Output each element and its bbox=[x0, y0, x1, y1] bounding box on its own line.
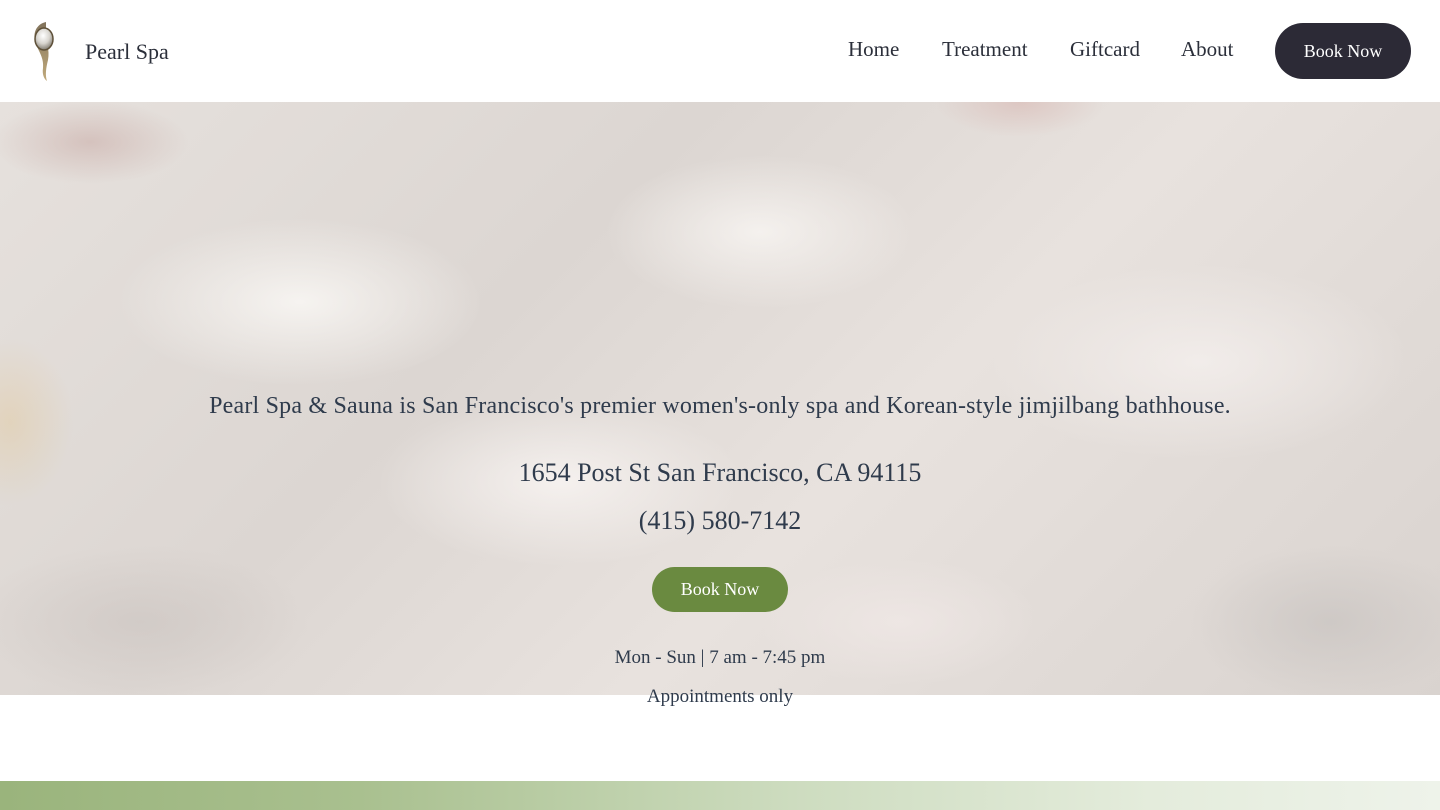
nav-treatment-link[interactable]: Treatment bbox=[942, 37, 1028, 62]
hero-tagline: Pearl Spa & Sauna is San Francisco's pre… bbox=[209, 393, 1231, 419]
spa-phone[interactable]: (415) 580-7142 bbox=[0, 506, 1440, 536]
header-book-now-button[interactable]: Book Now bbox=[1275, 23, 1411, 79]
spa-address[interactable]: 1654 Post St San Francisco, CA 94115 bbox=[0, 458, 1440, 488]
nav-giftcard-link[interactable]: Giftcard bbox=[1070, 37, 1140, 62]
nav-home-link[interactable]: Home bbox=[848, 37, 899, 62]
appointments-note: Appointments only bbox=[646, 686, 794, 707]
hero-book-now-button[interactable]: Book Now bbox=[652, 567, 788, 612]
nav-about-link[interactable]: About bbox=[1181, 37, 1234, 62]
section-divider-band bbox=[0, 781, 1440, 810]
main-nav: Home Treatment Giftcard About bbox=[0, 37, 1440, 65]
opening-hours: Mon - Sun | 7 am - 7:45 pm bbox=[614, 647, 826, 668]
site-header: Pearl Spa Home Treatment Giftcard About … bbox=[0, 0, 1440, 102]
